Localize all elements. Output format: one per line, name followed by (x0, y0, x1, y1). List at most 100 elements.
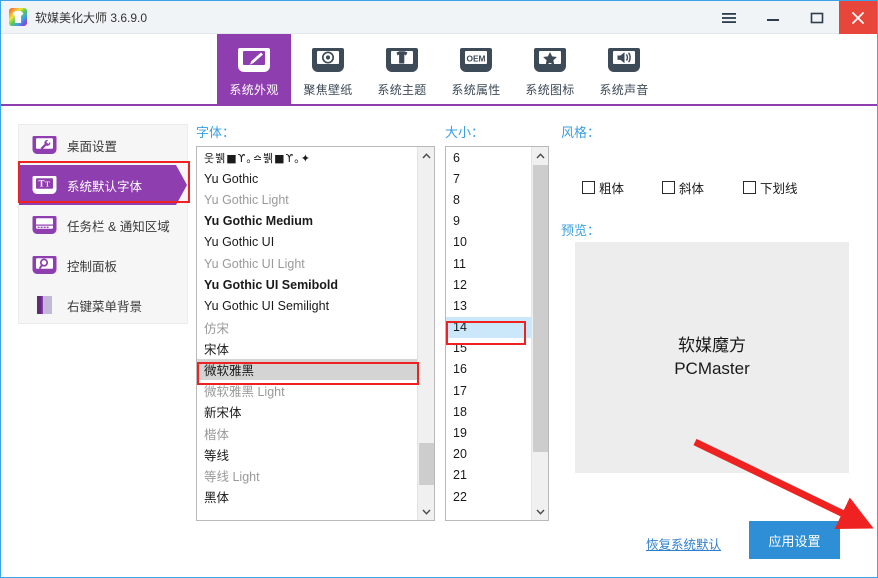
size-list-item[interactable]: 6 (446, 147, 532, 168)
chevron-down-icon[interactable] (418, 503, 434, 520)
chevron-up-icon[interactable] (532, 147, 548, 164)
font-list-item[interactable]: Yu Gothic UI Semilight (197, 295, 418, 316)
font-list-item[interactable]: 等线 Light (197, 465, 418, 486)
tab-label: 系统主题 (377, 83, 427, 97)
close-icon[interactable] (839, 1, 877, 34)
svg-text:T: T (38, 179, 44, 189)
tab-system-appearance[interactable]: 系统外观 (217, 34, 291, 105)
size-list-item[interactable]: 7 (446, 168, 532, 189)
taskbar-icon (31, 212, 57, 238)
checkbox-italic[interactable]: 斜体 (662, 178, 704, 197)
font-list-scrollbar[interactable] (417, 147, 434, 520)
sidebar-item-label: 系统默认字体 (67, 179, 143, 194)
font-list-item[interactable]: Yu Gothic Medium (197, 211, 418, 232)
size-list-scrollbar[interactable] (531, 147, 548, 520)
tab-label: 聚焦壁纸 (303, 83, 353, 97)
maximize-icon[interactable] (795, 1, 839, 34)
size-list-item[interactable]: 19 (446, 422, 532, 443)
menu-icon[interactable] (707, 1, 751, 34)
sidebar-item-label: 任务栏 & 通知区域 (67, 219, 170, 234)
size-list-item[interactable]: 22 (446, 486, 532, 507)
tshirt-rainbow-icon (9, 8, 27, 26)
checkbox-bold[interactable]: 粗体 (582, 178, 624, 197)
tshirt-monitor-icon (385, 43, 419, 77)
checkbox-label: 下划线 (760, 182, 798, 196)
title-bar: 软媒美化大师 3.6.9.0 (1, 1, 877, 34)
checkbox-underline[interactable]: 下划线 (743, 178, 798, 197)
application-window: 软媒美化大师 3.6.9.0 系统外观 聚焦壁纸 系统主题 OEM 系统属性 系… (0, 0, 878, 578)
preview-panel-label: 预览： (561, 223, 601, 238)
main-content: 桌面设置 T T 系统默认字体 任务栏 & 通知区域 控制面板 右键菜单背景 字… (1, 106, 877, 577)
sidebar-item-desktop-settings[interactable]: 桌面设置 (19, 125, 187, 165)
font-list-item[interactable]: 微软雅黑 Light (197, 380, 418, 401)
font-list-item[interactable]: Yu Gothic UI Light (197, 253, 418, 274)
context-menu-icon (31, 292, 57, 318)
size-list-item[interactable]: 18 (446, 401, 532, 422)
apply-settings-button[interactable]: 应用设置 (749, 521, 840, 559)
font-list-item[interactable]: 新宋体 (197, 401, 418, 422)
size-list-item[interactable]: 8 (446, 189, 532, 210)
size-list-item[interactable]: 9 (446, 211, 532, 232)
font-list-item[interactable]: 等线 (197, 444, 418, 465)
tab-system-icons[interactable]: 系统图标 (513, 34, 587, 105)
size-list-label: 大小： (445, 125, 485, 140)
font-list-label: 字体： (196, 125, 236, 140)
size-list-item[interactable]: 14 (446, 316, 532, 338)
sidebar-item-control-panel[interactable]: 控制面板 (19, 245, 187, 285)
tab-label: 系统属性 (451, 83, 501, 97)
tab-system-properties[interactable]: OEM 系统属性 (439, 34, 513, 105)
checkbox-label: 斜体 (679, 182, 705, 196)
checkbox-label: 粗体 (599, 182, 625, 196)
size-list-item[interactable]: 15 (446, 338, 532, 359)
sidebar-item-context-menu-background[interactable]: 右键菜单背景 (19, 285, 187, 325)
font-list[interactable]: 웃뷁■ϒ｡≏뷁■ϒ｡✦ Yu Gothic Yu Gothic Light Yu Go… (196, 146, 435, 521)
tab-label: 系统图标 (525, 83, 575, 97)
size-list-item[interactable]: 11 (446, 253, 532, 274)
oem-monitor-icon: OEM (459, 43, 493, 77)
wrench-monitor-icon (31, 132, 57, 158)
font-list-item[interactable]: 黑体 (197, 486, 418, 507)
main-tab-bar: 系统外观 聚焦壁纸 系统主题 OEM 系统属性 系统图标 系统声音 (1, 34, 877, 105)
restore-system-default-link[interactable]: 恢复系统默认 (646, 534, 721, 553)
font-list-item[interactable]: Yu Gothic UI Semibold (197, 274, 418, 295)
font-list-item[interactable]: 宋体 (197, 338, 418, 359)
font-list-scroll-thumb[interactable] (419, 443, 434, 485)
font-preview-box: 软媒魔方 PCMaster (575, 242, 849, 473)
font-list-item[interactable]: Yu Gothic (197, 168, 418, 189)
size-list-item[interactable]: 21 (446, 465, 532, 486)
tab-system-theme[interactable]: 系统主题 (365, 34, 439, 105)
chevron-up-icon[interactable] (418, 147, 434, 164)
spotlight-monitor-icon (311, 43, 345, 77)
chevron-down-icon[interactable] (532, 503, 548, 520)
checkbox-box[interactable] (743, 181, 756, 194)
svg-text:T: T (45, 181, 50, 189)
font-list-item[interactable]: 微软雅黑 (197, 358, 418, 381)
tab-spotlight-wallpaper[interactable]: 聚焦壁纸 (291, 34, 365, 105)
size-list-item[interactable]: 17 (446, 380, 532, 401)
size-list-scroll-thumb[interactable] (533, 165, 548, 452)
sidebar-item-label: 控制面板 (67, 259, 118, 274)
font-list-item[interactable]: 楷体 (197, 422, 418, 443)
size-list[interactable]: 6 7 8 9 10 11 12 13 14 15 16 17 18 19 20 21 22 (445, 146, 549, 521)
sidebar: 桌面设置 T T 系统默认字体 任务栏 & 通知区域 控制面板 右键菜单背景 (18, 124, 188, 324)
font-list-item[interactable]: 仿宋 (197, 317, 418, 338)
checkbox-box[interactable] (662, 181, 675, 194)
font-list-item[interactable]: 웃뷁■ϒ｡≏뷁■ϒ｡✦ (197, 147, 418, 168)
sidebar-item-system-default-font[interactable]: T T 系统默认字体 (19, 165, 187, 205)
tab-system-sounds[interactable]: 系统声音 (587, 34, 661, 105)
size-list-item[interactable]: 10 (446, 232, 532, 253)
minimize-icon[interactable] (751, 1, 795, 34)
preview-text-chinese: 软媒魔方 (678, 335, 746, 355)
tab-label: 系统声音 (599, 83, 649, 97)
size-list-item[interactable]: 13 (446, 295, 532, 316)
size-list-item[interactable]: 20 (446, 444, 532, 465)
checkbox-box[interactable] (582, 181, 595, 194)
font-list-item[interactable]: Yu Gothic UI (197, 232, 418, 253)
svg-text:OEM: OEM (466, 53, 485, 63)
size-list-item[interactable]: 12 (446, 274, 532, 295)
font-list-item[interactable]: Yu Gothic Light (197, 189, 418, 210)
size-list-item[interactable]: 16 (446, 359, 532, 380)
sidebar-item-taskbar-notification[interactable]: 任务栏 & 通知区域 (19, 205, 187, 245)
sidebar-item-label: 右键菜单背景 (67, 299, 143, 314)
magnifier-monitor-icon (31, 252, 57, 278)
